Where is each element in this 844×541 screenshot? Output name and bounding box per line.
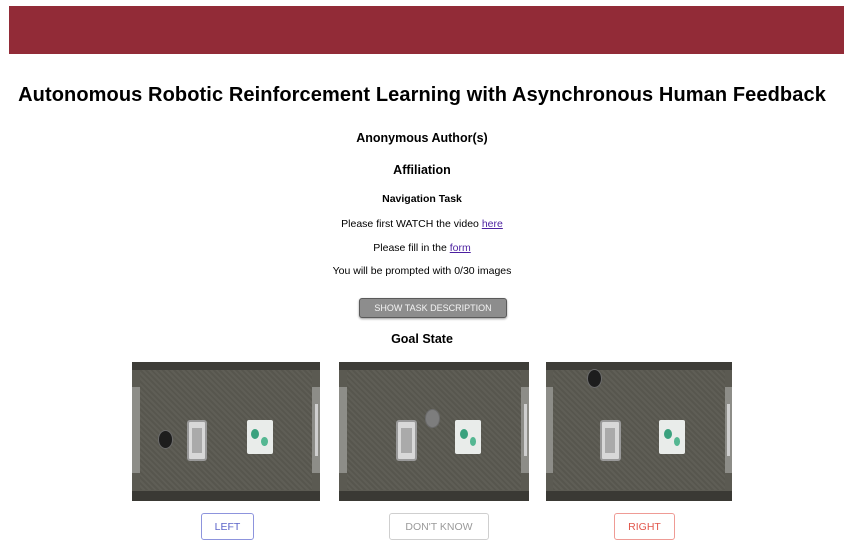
goal-state-image (339, 362, 529, 501)
authors: Anonymous Author(s) (356, 131, 488, 145)
right-button[interactable]: RIGHT (614, 513, 675, 540)
page-title: Autonomous Robotic Reinforcement Learnin… (18, 84, 826, 106)
form-link[interactable]: form (450, 242, 471, 254)
image-count-text: You will be prompted with 0/30 images (332, 265, 512, 277)
right-option-image[interactable] (546, 362, 732, 501)
dont-know-button[interactable]: DON'T KNOW (389, 513, 489, 540)
goal-state-heading: Goal State (391, 332, 453, 346)
affiliation: Affiliation (393, 163, 451, 177)
left-option-image[interactable] (132, 362, 320, 501)
show-task-description-button[interactable]: SHOW TASK DESCRIPTION (359, 298, 507, 318)
fill-form-line: Please fill in the form (0, 242, 844, 254)
watch-video-line: Please first WATCH the video here (0, 218, 844, 230)
video-link[interactable]: here (482, 218, 503, 230)
watch-video-text: Please first WATCH the video (341, 218, 482, 230)
robot-marker (586, 368, 602, 388)
left-button[interactable]: LEFT (201, 513, 254, 540)
task-name: Navigation Task (382, 193, 462, 205)
robot-marker (424, 409, 440, 428)
fill-form-text: Please fill in the (373, 242, 450, 254)
header-banner (9, 6, 844, 54)
